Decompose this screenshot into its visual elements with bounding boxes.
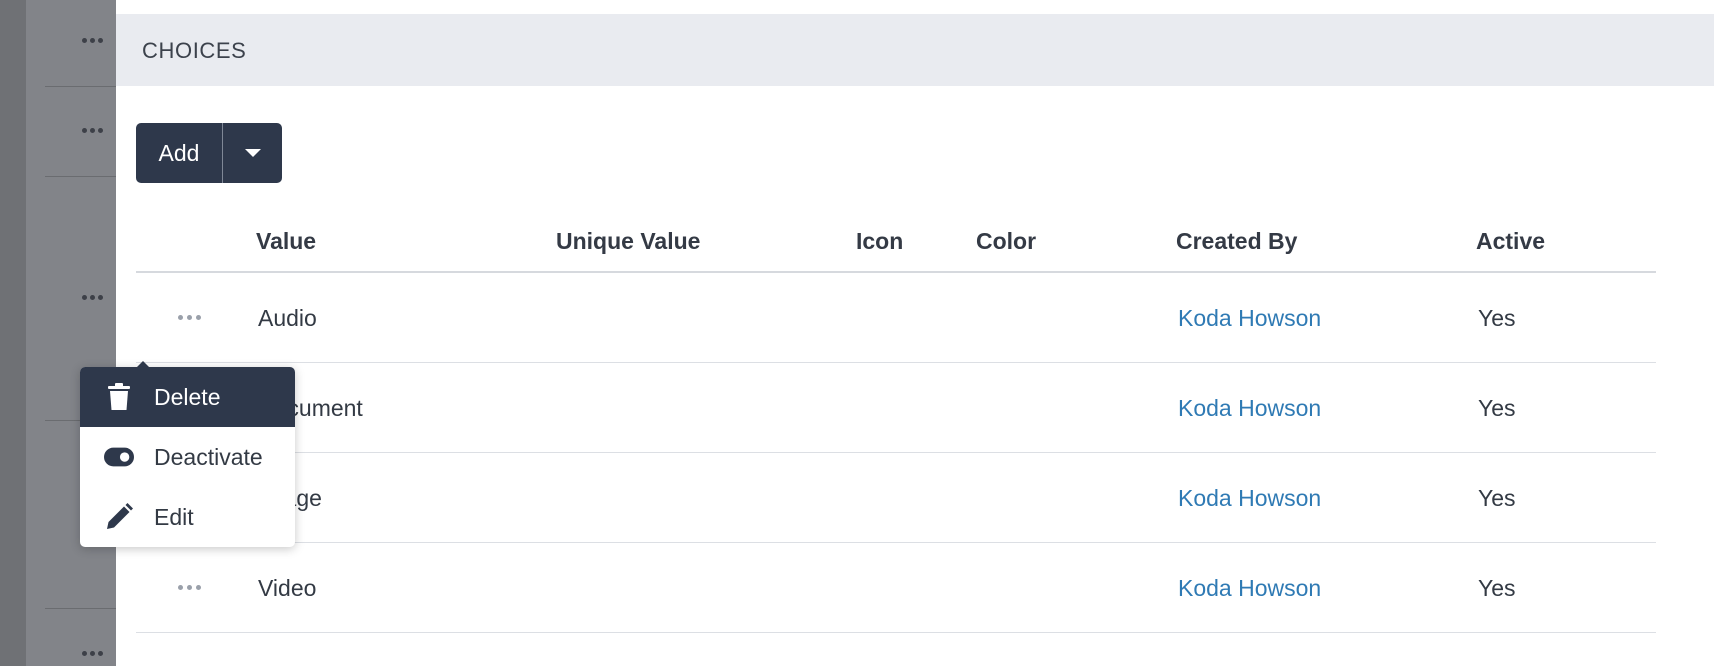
column-header-created-by[interactable]: Created By [1176,228,1297,255]
cell-value: Audio [258,305,317,331]
background-divider [45,608,116,609]
choices-table: Value Unique Value Icon Color Created By… [136,210,1656,633]
cell-active: Yes [1478,485,1516,511]
menu-item-label: Deactivate [154,443,263,470]
cell-active: Yes [1478,395,1516,421]
cell-value: Video [258,575,317,601]
column-header-color[interactable]: Color [976,228,1036,255]
section-title: CHOICES [142,38,247,63]
menu-item-label: Delete [154,383,221,410]
table-row: Image Koda Howson Yes [136,453,1656,543]
background-sidebar-edge [0,0,26,666]
menu-item-deactivate[interactable]: Deactivate [80,427,295,487]
column-header-unique-value[interactable]: Unique Value [556,228,700,255]
add-button[interactable]: Add [136,123,223,183]
cell-created-by-link[interactable]: Koda Howson [1178,305,1321,332]
table-header: Value Unique Value Icon Color Created By… [136,210,1656,273]
background-more-icon [82,295,108,303]
row-actions-icon[interactable] [174,306,204,328]
pencil-icon [104,502,134,532]
choices-section-header: CHOICES [116,14,1714,86]
cell-active: Yes [1478,575,1516,601]
caret-down-icon [244,149,261,157]
cell-created-by-link[interactable]: Koda Howson [1178,485,1321,512]
row-actions-menu: Delete Deactivate Edit [80,361,295,547]
column-header-icon[interactable]: Icon [856,228,903,255]
menu-item-label: Edit [154,503,194,530]
background-divider [45,176,116,177]
background-more-icon [82,651,108,659]
background-divider [45,86,116,87]
column-header-value[interactable]: Value [256,228,316,255]
menu-item-edit[interactable]: Edit [80,487,295,547]
table-row: Audio Koda Howson Yes [136,273,1656,363]
table-row: Video Koda Howson Yes [136,543,1656,633]
menu-item-delete[interactable]: Delete [80,367,295,427]
toggle-icon [104,442,134,472]
cell-created-by-link[interactable]: Koda Howson [1178,395,1321,422]
trash-icon [104,382,134,412]
cell-created-by-link[interactable]: Koda Howson [1178,575,1321,602]
table-row: Document Koda Howson Yes [136,363,1656,453]
add-dropdown-toggle[interactable] [223,123,282,183]
background-more-icon [82,38,108,46]
row-actions-icon[interactable] [174,576,204,598]
add-split-button: Add [136,123,282,183]
column-header-active[interactable]: Active [1476,228,1545,255]
background-more-icon [82,128,108,136]
cell-active: Yes [1478,305,1516,331]
